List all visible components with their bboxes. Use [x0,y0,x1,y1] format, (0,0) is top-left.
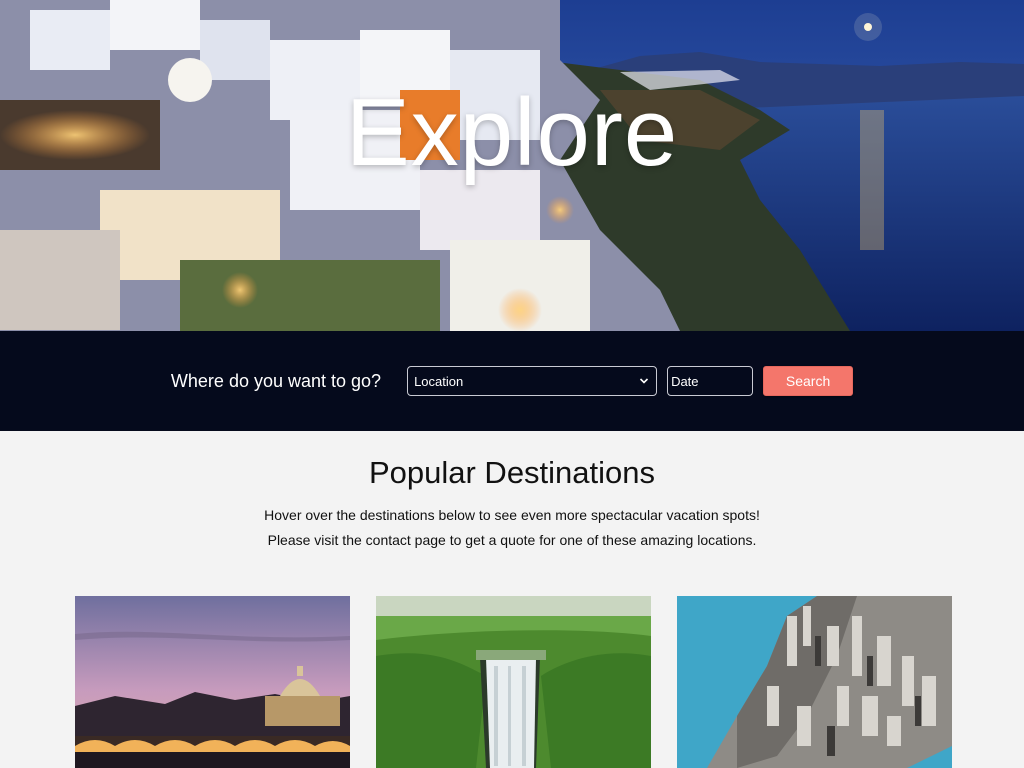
destination-card-rome[interactable] [75,596,350,768]
popular-destinations-section: Popular Destinations Hover over the dest… [0,431,1024,553]
date-input[interactable]: Date [667,366,754,396]
location-select[interactable]: Location [407,366,658,396]
search-button[interactable]: Search [763,366,854,396]
destination-cards [0,596,1024,768]
hero-title: Explore [345,79,679,186]
date-placeholder: Date [671,373,699,389]
destination-card-new-york[interactable] [677,596,952,768]
search-prompt: Where do you want to go? [170,370,382,391]
hero-banner: Explore [0,0,1024,331]
section-heading: Popular Destinations [368,455,656,490]
destination-card-waterfall[interactable] [376,596,651,768]
location-select-value: Location [414,373,464,389]
search-bar: Where do you want to go? Location Date S… [0,331,1024,431]
destination-image-rome [75,596,350,768]
chevron-down-icon [639,378,649,384]
description-line-2: Please visit the contact page to get a q… [267,532,757,548]
description-line-1: Hover over the destinations below to see… [264,507,760,523]
destination-image-waterfall [376,596,651,768]
destination-image-new-york [677,596,952,768]
